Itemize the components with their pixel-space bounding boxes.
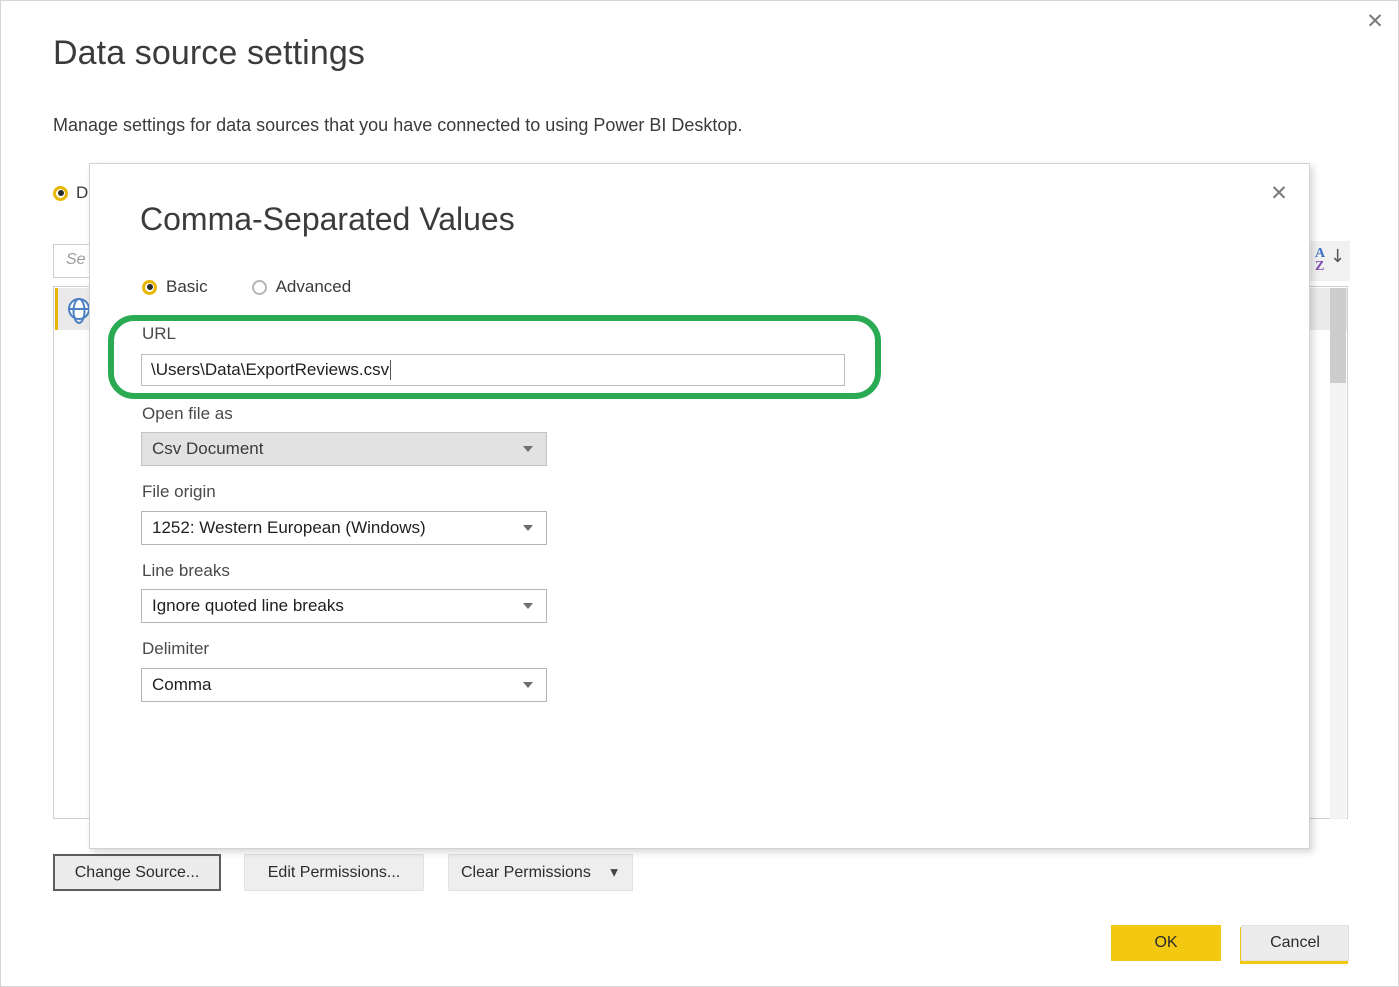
sort-icon-arrow: ↓ (1330, 248, 1345, 266)
file-origin-label: File origin (142, 482, 216, 502)
delimiter-dropdown[interactable]: Comma (141, 668, 547, 702)
line-breaks-dropdown[interactable]: Ignore quoted line breaks (141, 589, 547, 623)
search-placeholder: Se (66, 251, 86, 269)
scrollbar-thumb[interactable] (1330, 288, 1346, 383)
line-breaks-label: Line breaks (142, 561, 230, 581)
globe-icon (68, 298, 90, 320)
change-source-button[interactable]: Change Source... (53, 854, 221, 891)
mode-radio-group[interactable]: Basic Advanced (142, 277, 351, 297)
delimiter-label: Delimiter (142, 639, 209, 659)
scope-radio-group[interactable]: D (53, 183, 88, 203)
cancel-button[interactable]: Cancel (1241, 925, 1349, 961)
window-close-icon[interactable]: ✕ (1352, 1, 1398, 41)
delimiter-value: Comma (152, 675, 212, 695)
chevron-down-icon (523, 446, 533, 452)
file-origin-dropdown[interactable]: 1252: Western European (Windows) (141, 511, 547, 545)
scope-radio-selected[interactable] (53, 186, 68, 201)
mode-advanced-label: Advanced (276, 277, 352, 297)
open-file-as-value: Csv Document (152, 439, 263, 459)
url-input[interactable]: \Users\Data\ExportReviews.csv (141, 354, 845, 386)
scope-radio-label: D (76, 183, 88, 203)
url-input-value: \Users\Data\ExportReviews.csv (151, 360, 389, 380)
clear-permissions-button[interactable]: Clear Permissions ▼ (448, 854, 633, 891)
sort-az-button[interactable]: A Z ↓ (1306, 241, 1350, 281)
comma-separated-values-dialog: ✕ Comma-Separated Values Basic Advanced … (89, 163, 1310, 849)
ok-button[interactable]: OK (1111, 925, 1221, 961)
data-source-settings-window: ✕ Data source settings Manage settings f… (0, 0, 1399, 987)
chevron-down-icon (523, 603, 533, 609)
text-cursor (390, 360, 391, 380)
chevron-down-icon (523, 682, 533, 688)
file-origin-value: 1252: Western European (Windows) (152, 518, 426, 538)
mode-basic-label: Basic (166, 277, 208, 297)
url-label: URL (142, 324, 176, 344)
open-file-as-label: Open file as (142, 404, 233, 424)
mode-basic-radio[interactable] (142, 280, 157, 295)
mode-basic-option[interactable]: Basic (142, 277, 208, 297)
edit-permissions-button[interactable]: Edit Permissions... (244, 854, 424, 891)
open-file-as-dropdown[interactable]: Csv Document (141, 432, 547, 466)
mode-advanced-option[interactable]: Advanced (252, 277, 352, 297)
mode-advanced-radio[interactable] (252, 280, 267, 295)
list-scrollbar[interactable] (1330, 288, 1346, 819)
page-subtitle: Manage settings for data sources that yo… (53, 115, 742, 136)
page-title: Data source settings (53, 34, 365, 73)
chevron-down-icon (523, 525, 533, 531)
line-breaks-value: Ignore quoted line breaks (152, 596, 344, 616)
chevron-down-icon[interactable]: ▼ (610, 867, 618, 878)
sort-icon-letter-z: Z (1315, 260, 1324, 274)
dialog-close-icon[interactable]: ✕ (1259, 174, 1299, 212)
clear-permissions-label: Clear Permissions (461, 864, 591, 882)
dialog-title: Comma-Separated Values (140, 201, 515, 238)
sort-az-descending-icon: A Z ↓ (1313, 246, 1343, 276)
